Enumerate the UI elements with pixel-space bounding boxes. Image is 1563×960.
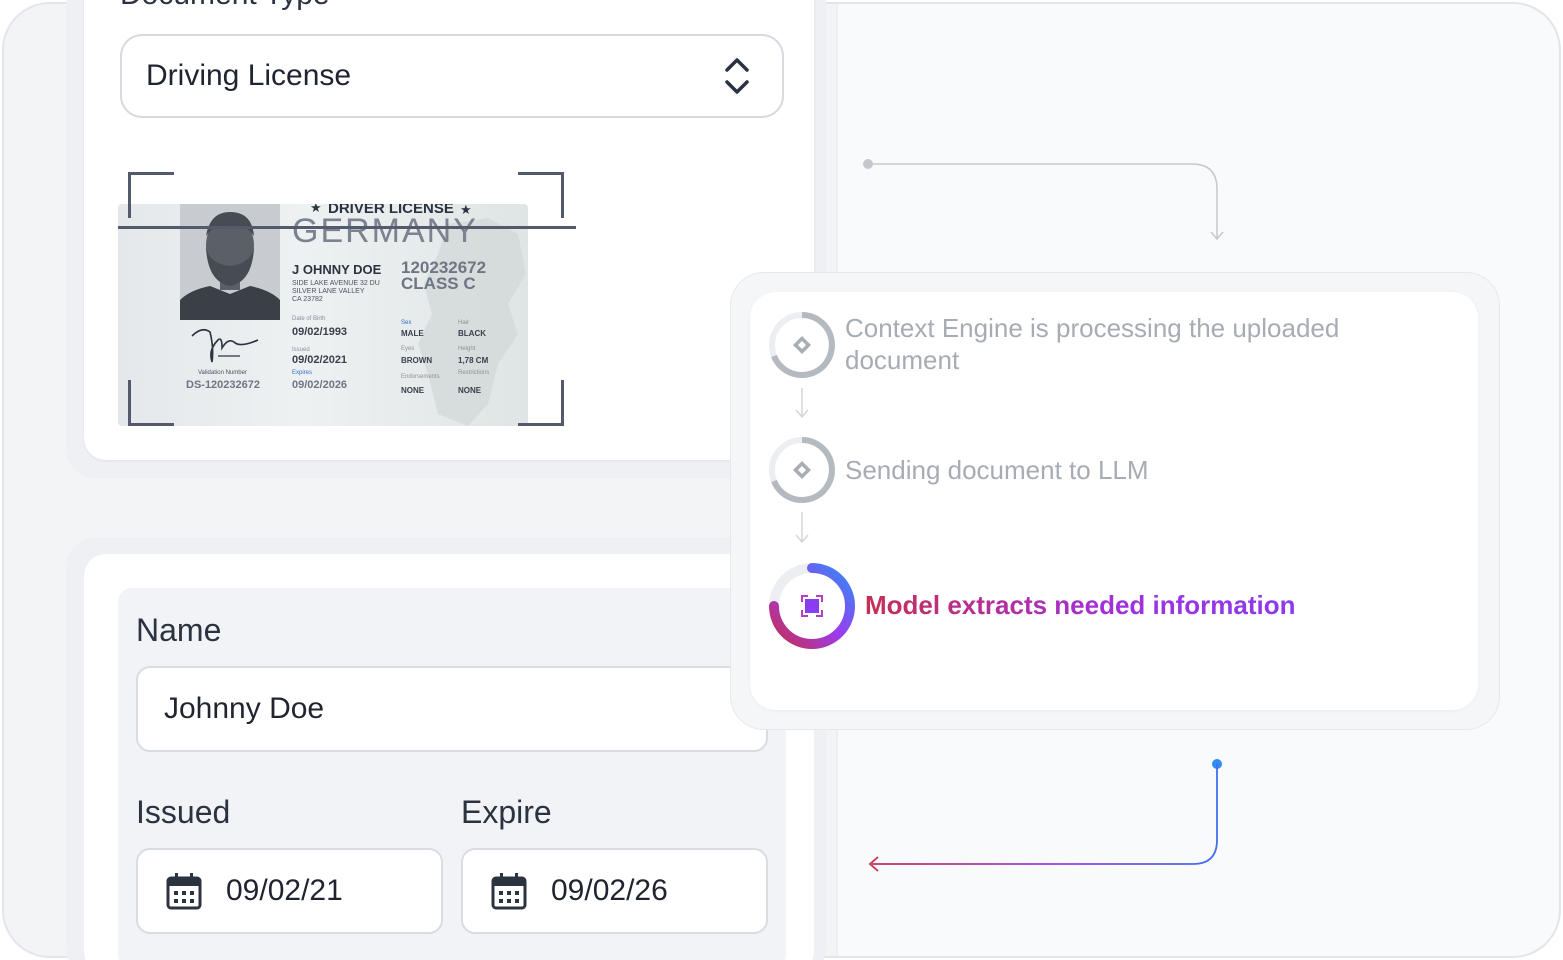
top-connector-arrow (863, 159, 1224, 241)
step-2-down-arrow (795, 512, 809, 544)
step-1-down-arrow (795, 388, 809, 419)
step-3-label: Model extracts needed information (865, 590, 1296, 620)
step-3-progress-icon (769, 563, 855, 649)
step-2-progress-icon (769, 437, 835, 503)
step-2-label: Sending document to LLM (845, 455, 1149, 485)
step-1-progress-icon (769, 312, 835, 378)
bottom-connector-arrow (868, 759, 1222, 872)
step-1-label: Context Engine is processing the uploade… (845, 313, 1340, 375)
